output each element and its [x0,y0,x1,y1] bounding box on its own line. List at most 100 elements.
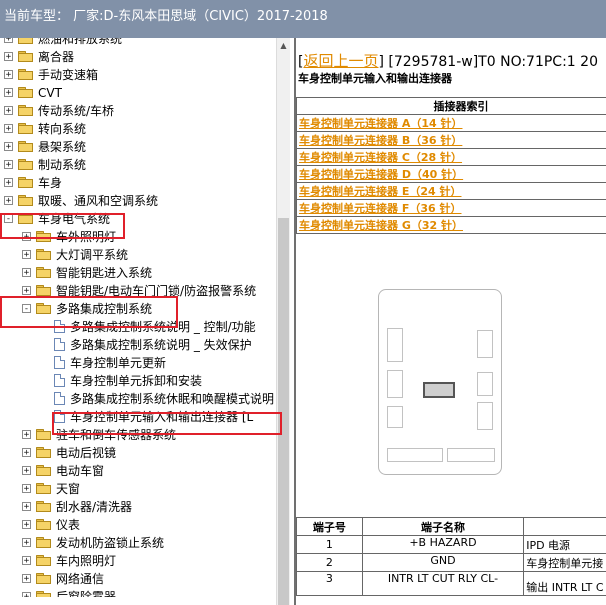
tree-item[interactable]: + 离合器 [0,48,276,66]
tree-item[interactable]: + 悬架系统 [0,138,276,156]
tree-scrollbar[interactable]: ▲ [276,38,290,605]
expand-icon[interactable]: + [4,178,13,188]
expand-icon[interactable]: + [22,574,31,584]
tree-item[interactable]: + 发动机防盗锁止系统 [0,534,276,552]
connector-link[interactable]: 车身控制单元连接器 E（24 针） [299,185,461,198]
table-cell: 车身控制单元连接器 B（36 针） [296,131,606,149]
expand-icon[interactable]: + [22,286,31,296]
tree-item[interactable]: + 仪表 [0,516,276,534]
expand-icon[interactable]: + [4,142,13,152]
tree-item-label: 传动系统/车桥 [38,104,115,118]
expand-icon[interactable]: + [4,124,13,134]
expand-icon[interactable]: + [22,556,31,566]
expand-icon[interactable]: + [22,466,31,476]
tree-item[interactable]: 车身控制单元更新 [0,354,276,372]
scroll-up-arrow-icon[interactable]: ▲ [277,38,290,54]
tree-item-label: 制动系统 [38,158,87,172]
table-cell: IPD 电源 [523,535,606,554]
expand-icon[interactable]: + [22,430,31,440]
tree-item[interactable]: + 刮水器/清洗器 [0,498,276,516]
table-row: 3 INTR LT CUT RLY CL- 输出 INTR LT C [296,571,606,596]
connector-slot [477,372,493,396]
expand-icon[interactable]: + [22,592,31,597]
table-cell: 车身控制单元连接器 G（32 针） [296,216,606,234]
expand-icon[interactable]: + [4,160,13,170]
folder-icon [18,141,33,152]
tree-item-label: 后窗除雾器 [56,590,117,597]
tree-item[interactable]: + 车内照明灯 [0,552,276,570]
expand-icon[interactable]: + [4,106,13,116]
connector-link[interactable]: 车身控制单元连接器 A（14 针） [299,117,462,130]
expand-icon[interactable]: + [4,70,13,80]
expand-icon[interactable]: + [22,250,31,260]
table-cell: INTR LT CUT RLY CL- [361,571,525,596]
folder-icon [18,51,33,62]
tree-item-label: 智能钥匙进入系统 [56,266,153,280]
highlight-box-bcu-connector [52,412,282,435]
folder-icon [18,123,33,134]
expand-icon[interactable]: + [22,448,31,458]
expand-icon[interactable]: + [4,52,13,62]
tree-item[interactable]: + 手动变速箱 [0,66,276,84]
expand-icon[interactable]: + [22,268,31,278]
expand-icon[interactable]: + [22,538,31,548]
table-cell: 输出 INTR LT C [523,571,606,596]
tree-item[interactable]: + 智能钥匙进入系统 [0,264,276,282]
connector-link[interactable]: 车身控制单元连接器 G（32 针） [299,219,463,232]
tree-item[interactable]: + CVT [0,84,276,102]
table-row: 车身控制单元连接器 E（24 针） [296,182,606,200]
connector-index-table: 插接器索引 车身控制单元连接器 A（14 针） 车身控制单元连接器 B（36 针）… [296,97,606,234]
connector-slot [387,370,403,398]
tree-item-label: 电动车窗 [56,464,105,478]
tree-item-label: 悬架系统 [38,140,87,154]
tree-item-label: 车身 [38,176,63,190]
expand-icon[interactable]: + [22,520,31,530]
connector-link[interactable]: 车身控制单元连接器 C（28 针） [299,151,462,164]
connector-link[interactable]: 车身控制单元连接器 B（36 针） [299,134,462,147]
folder-icon [36,447,51,458]
tree-item[interactable]: + 取暖、通风和空调系统 [0,192,276,210]
tree-item-label: 大灯调平系统 [56,248,129,262]
folder-icon [18,38,33,44]
document-icon [54,338,65,351]
table-cell: 车身控制单元接 [523,553,606,572]
tree-item-label: 燃油和排放系统 [38,38,123,46]
tree-item[interactable]: 车身控制单元拆卸和安装 [0,372,276,390]
table-cell: 3 [296,571,363,596]
folder-icon [36,555,51,566]
connector-link[interactable]: 车身控制单元连接器 D（40 针） [299,168,463,181]
tree-item[interactable]: + 大灯调平系统 [0,246,276,264]
tree-item[interactable]: 多路集成控制系统说明 _ 失效保护 [0,336,276,354]
terminal-number-header: 端子号 [296,517,363,536]
connector-slot [387,448,443,462]
tree-item-label: 车内照明灯 [56,554,117,568]
tree-item-label: 取暖、通风和空调系统 [38,194,159,208]
tree-item[interactable]: + 传动系统/车桥 [0,102,276,120]
tree-item[interactable]: + 网络通信 [0,570,276,588]
tree-item[interactable]: + 天窗 [0,480,276,498]
folder-icon [36,573,51,584]
document-subtitle: 车身控制单元输入和输出连接器 [298,72,452,85]
tree-item[interactable]: + 电动后视镜 [0,444,276,462]
tree-item-label: 多路集成控制系统说明 _ 失效保护 [70,338,252,352]
tree-item-label: CVT [38,86,62,100]
back-link[interactable]: 返回上一页 [303,52,378,70]
tree-item[interactable]: + 车身 [0,174,276,192]
connector-link[interactable]: 车身控制单元连接器 F（36 针） [299,202,461,215]
tree-item[interactable]: + 制动系统 [0,156,276,174]
expand-icon[interactable]: + [4,196,13,206]
tree-item-label: 车身控制单元更新 [70,356,167,370]
tree-item[interactable]: + 转向系统 [0,120,276,138]
tree-item[interactable]: + 燃油和排放系统 [0,38,276,48]
folder-icon [36,537,51,548]
tree-item[interactable]: 多路集成控制系统休眠和唤醒模式说明 [0,390,276,408]
expand-icon[interactable]: + [4,88,13,98]
tree-item[interactable]: + 后窗除雾器 [0,588,276,597]
tree-item[interactable]: + 电动车窗 [0,462,276,480]
table-row: 1 +B HAZARD IPD 电源 [296,535,606,554]
document-icon [54,374,65,387]
expand-icon[interactable]: + [22,484,31,494]
expand-icon[interactable]: + [22,502,31,512]
expand-icon[interactable]: + [4,38,13,44]
terminal-table: 端子号 端子名称 1 +B HAZARD IPD 电源 2 GND 车身控制单元接 3 INT… [296,517,606,596]
